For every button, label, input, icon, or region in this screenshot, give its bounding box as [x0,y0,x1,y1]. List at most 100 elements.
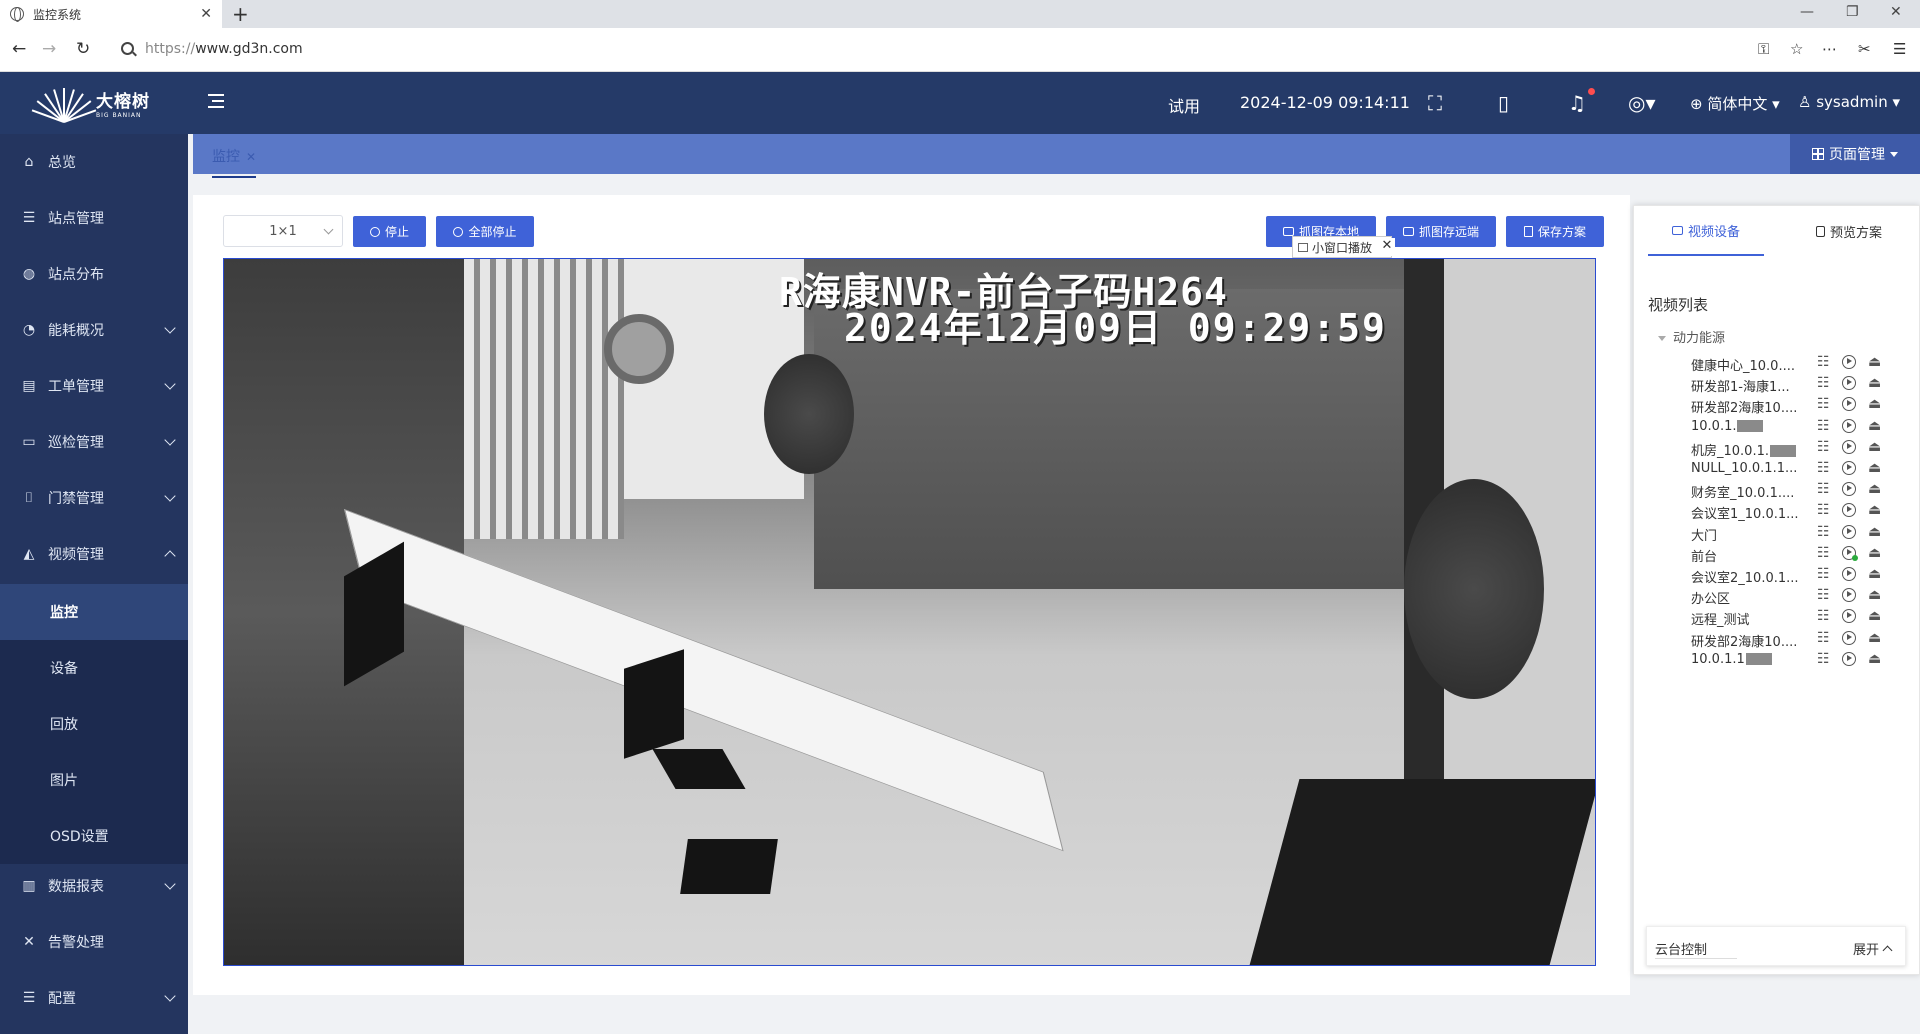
restore-icon[interactable]: ❐ [1846,4,1859,20]
stream-icon[interactable]: ⏏ [1868,481,1881,497]
stream-icon[interactable]: ⏏ [1868,460,1881,476]
language-select[interactable]: ⊕ 简体中文 ▾ [1690,93,1780,114]
ptz-icon[interactable]: ☷ [1817,439,1830,455]
sidebar-item-workorder[interactable]: ▤ 工单管理 [0,358,188,414]
tree-group[interactable]: 动力能源 [1658,327,1725,346]
sidebar-item-config[interactable]: ☰ 配置 [0,970,188,1026]
list-item[interactable]: 10.0.1.1 ☷ ⏏ [1691,647,1916,673]
play-icon[interactable] [1842,461,1856,475]
ptz-icon[interactable]: ☷ [1817,418,1830,434]
ptz-icon[interactable]: ☷ [1817,651,1830,667]
stream-icon[interactable]: ⏏ [1868,545,1881,561]
play-icon[interactable] [1842,651,1856,666]
video-player[interactable]: R海康NVR-前台子码H264 2024年12月09日 09:29:59 [223,258,1596,966]
key-icon[interactable]: ⚿ [1758,40,1769,58]
stream-icon[interactable]: ⏏ [1868,587,1881,603]
window-close-icon[interactable]: ✕ [1890,4,1902,20]
fullscreen-icon[interactable]: ⛶ [1428,91,1442,115]
bell-icon[interactable]: ♫ [1568,91,1586,115]
ptz-icon[interactable]: ☷ [1817,524,1830,540]
ptz-icon[interactable]: ☷ [1817,396,1830,412]
layout-select[interactable]: 1×1 [223,215,343,247]
sidebar-item-site-manage[interactable]: ☰ 站点管理 [0,190,188,246]
stream-icon[interactable]: ⏏ [1868,396,1881,412]
sidebar-item-site-map[interactable]: ◍ 站点分布 [0,246,188,302]
ptz-icon[interactable]: ☷ [1817,502,1830,518]
sidebar-item-report[interactable]: ▥ 数据报表 [0,858,188,914]
stream-icon[interactable]: ⏏ [1868,651,1881,667]
sidebar-item-overview[interactable]: ⌂ 总览 [0,134,188,190]
ptz-icon[interactable]: ☷ [1817,481,1830,497]
sidebar-item-energy[interactable]: ◔ 能耗概况 [0,302,188,358]
play-icon[interactable] [1842,503,1856,518]
more-icon[interactable]: ⋯ [1822,40,1837,58]
chevron-down-icon [323,224,334,235]
url-field[interactable]: https://www.gd3n.com [145,41,303,57]
ptz-icon[interactable]: ☷ [1817,587,1830,603]
tab-preview-plans[interactable]: 预览方案 [1784,206,1914,256]
play-icon[interactable] [1842,439,1856,454]
play-icon[interactable] [1842,482,1856,497]
palette-icon[interactable]: ◎▾ [1628,91,1656,115]
stream-icon[interactable]: ⏏ [1868,439,1881,455]
forward-icon[interactable]: → [42,39,56,59]
stream-icon[interactable]: ⏏ [1868,524,1881,540]
menu-toggle-icon[interactable] [208,94,224,108]
play-icon[interactable] [1842,376,1856,391]
stream-icon[interactable]: ⏏ [1868,375,1881,391]
reload-icon[interactable]: ↻ [76,39,90,59]
stop-all-button[interactable]: 全部停止 [436,216,534,247]
ptz-icon[interactable]: ☷ [1817,354,1830,370]
browser-tab[interactable]: 监控系统 ✕ [0,0,222,28]
ptz-icon[interactable]: ☷ [1817,545,1830,561]
back-icon[interactable]: ← [12,39,26,59]
play-icon[interactable] [1842,397,1856,412]
play-icon[interactable] [1842,418,1856,433]
stream-icon[interactable]: ⏏ [1868,418,1881,434]
page-manage-button[interactable]: 页面管理 [1790,134,1920,174]
stop-button[interactable]: 停止 [353,216,426,247]
ptz-icon[interactable]: ☷ [1817,630,1830,646]
close-video-icon[interactable]: ✕ [1379,238,1395,256]
ptz-expand-button[interactable]: 展开 [1853,939,1893,958]
play-icon[interactable] [1842,545,1858,561]
star-icon[interactable]: ☆ [1790,40,1803,58]
sidebar-item-alarm[interactable]: ✕ 告警处理 [0,914,188,970]
scissors-icon[interactable]: ✂ [1858,40,1871,58]
sidebar-subitem-picture[interactable]: 图片 [0,752,188,808]
sidebar-subitem-osd[interactable]: OSD设置 [0,808,188,864]
stream-icon[interactable]: ⏏ [1868,630,1881,646]
play-icon[interactable] [1842,567,1856,581]
play-icon[interactable] [1842,588,1856,603]
ptz-icon[interactable]: ☷ [1817,375,1830,391]
tab-video-devices[interactable]: 视频设备 [1648,206,1764,256]
ptz-icon[interactable]: ☷ [1817,608,1830,624]
new-tab-icon[interactable]: + [232,2,249,26]
minimize-icon[interactable]: — [1800,4,1814,20]
sidebar-item-video[interactable]: ◭ 视频管理 [0,526,188,582]
play-icon[interactable] [1842,630,1856,645]
stream-icon[interactable]: ⏏ [1868,566,1881,582]
sidebar-subitem-playback[interactable]: 回放 [0,696,188,752]
play-icon[interactable] [1842,609,1856,624]
menu-icon[interactable]: ☰ [1893,40,1906,58]
ptz-icon[interactable]: ☷ [1817,566,1830,582]
close-tab-icon[interactable]: ✕ [200,6,212,22]
play-icon[interactable] [1842,524,1856,539]
ptz-icon[interactable]: ☷ [1817,460,1830,476]
sidebar-item-access[interactable]: ⌷ 门禁管理 [0,470,188,526]
stream-icon[interactable]: ⏏ [1868,354,1881,370]
mini-window-button[interactable]: 小窗口播放 [1292,236,1392,258]
tab-monitor[interactable]: 监控 ✕ [212,146,257,178]
stream-icon[interactable]: ⏏ [1868,502,1881,518]
sidebar-item-inspection[interactable]: ▭ 巡检管理 [0,414,188,470]
sidebar-subitem-monitor[interactable]: 监控 [0,584,188,640]
snapshot-remote-button[interactable]: 抓图存远端 [1386,216,1496,247]
save-plan-button[interactable]: 保存方案 [1506,216,1604,247]
user-menu[interactable]: ♙ sysadmin ▾ [1798,93,1900,111]
play-icon[interactable] [1842,355,1856,369]
close-icon[interactable]: ✕ [246,150,256,164]
sidebar-subitem-device[interactable]: 设备 [0,640,188,696]
book-icon[interactable]: ▯ [1498,91,1509,115]
stream-icon[interactable]: ⏏ [1868,608,1881,624]
